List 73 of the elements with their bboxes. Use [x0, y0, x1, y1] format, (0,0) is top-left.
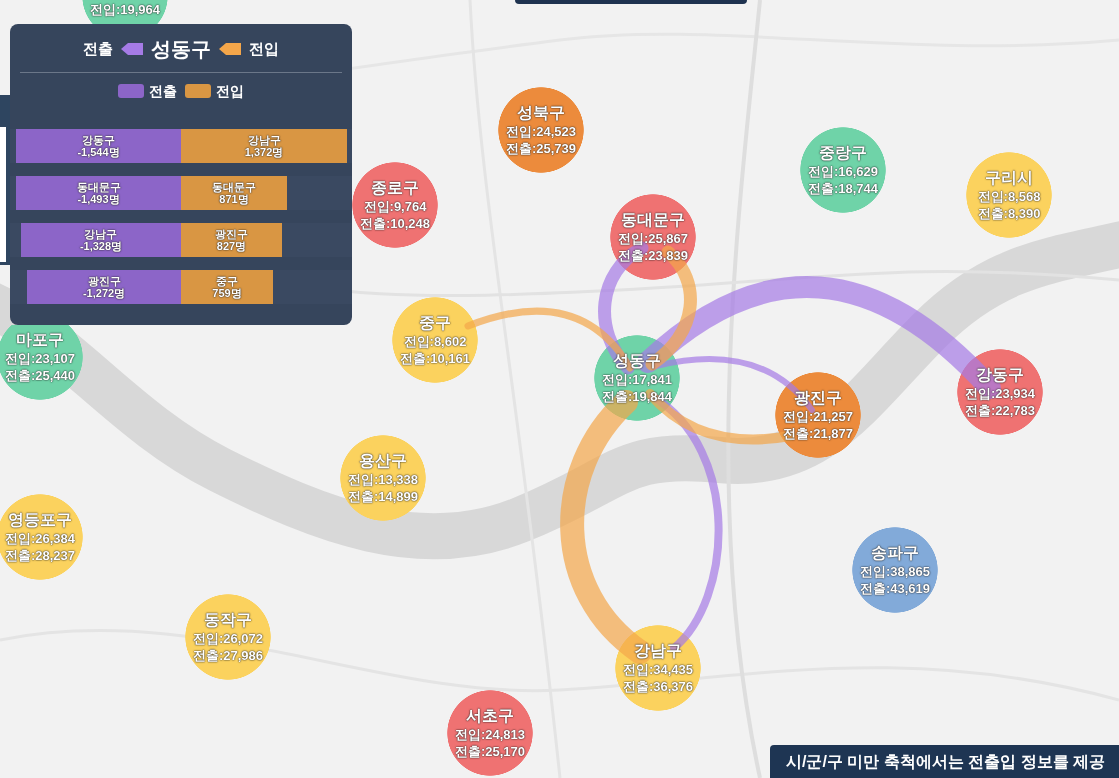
legend-label: 전입	[216, 81, 244, 101]
district-bubble[interactable]	[0, 325, 83, 400]
outflow-count: 전출:28,237	[4, 547, 76, 564]
bar-district-label: 강남구	[247, 134, 281, 146]
inflow-count: 전입:9,764	[363, 198, 427, 215]
inflow-count: 전입:23,107	[4, 350, 76, 367]
title-out-label: 전출	[83, 38, 113, 59]
inflow-count: 전입:21,257	[782, 408, 854, 425]
bar-count-label: -1,493명	[77, 193, 120, 205]
arrow-left-icon	[121, 43, 143, 55]
bar-district-label: 중구	[216, 275, 238, 287]
inflow-count: 전입:25,867	[617, 230, 689, 247]
bar-district-label: 동대문구	[76, 181, 121, 193]
arrow-left-icon	[219, 43, 241, 55]
bar-count-label: 871명	[219, 193, 249, 205]
outflow-count: 전출:10,248	[359, 215, 431, 232]
outflow-count: 전출:14,899	[347, 488, 419, 505]
district-name: 성북구	[517, 103, 565, 123]
notice-text: 시/군/구 미만 축척에서는 전출입 정보를 제공	[786, 751, 1106, 772]
district-name: 구리시	[985, 168, 1033, 188]
district-name: 중구	[419, 313, 451, 333]
inflow-count: 전입:26,384	[4, 530, 76, 547]
bar-district-label: 동대문구	[212, 181, 256, 193]
bar-district-label: 강남구	[84, 228, 118, 240]
district-name: 서초구	[466, 706, 514, 726]
color-swatch-icon	[118, 84, 144, 98]
bar-count-label: 759명	[212, 287, 242, 299]
inflow-count: 전입:34,435	[622, 661, 694, 678]
outflow-count: 전출:25,739	[505, 140, 577, 157]
district-name: 용산구	[359, 451, 407, 471]
district-bubble[interactable]: 전입:19,964	[82, 0, 168, 24]
outflow-count: 전출:19,844	[601, 388, 673, 405]
bar-count-label: -1,272명	[82, 287, 126, 299]
color-swatch-icon	[185, 84, 211, 98]
outflow-count: 전출:43,619	[859, 580, 931, 597]
outflow-count: 전출:21,877	[782, 425, 854, 442]
inflow-count: 전입:24,813	[454, 726, 526, 743]
outflow-count: 전출:8,390	[977, 205, 1041, 222]
district-name: 종로구	[371, 178, 419, 198]
legend-label: 전출	[149, 81, 177, 101]
bar-count-label: 1,372명	[244, 146, 284, 158]
outflow-count: 전출:22,783	[964, 402, 1036, 419]
outflow-count: 전출:18,744	[807, 180, 879, 197]
inflow-count: 전입:17,841	[601, 371, 673, 388]
district-name: 강남구	[634, 641, 682, 661]
outflow-count: 전출:25,440	[4, 367, 76, 384]
bar-district-label: 광진구	[215, 228, 248, 240]
title-in-label: 전입	[249, 38, 279, 59]
inflow-count: 전입:8,568	[977, 188, 1041, 205]
outflow-count: 전출:36,376	[622, 678, 694, 695]
bar-count-label: 827명	[216, 240, 247, 252]
inflow-count: 전입:16,629	[807, 163, 879, 180]
bar-district-label: 강동구	[82, 134, 115, 146]
inflow-count: 전입:24,523	[505, 123, 577, 140]
outflow-count: 전출:25,170	[454, 743, 526, 760]
district-bubble[interactable]	[594, 335, 680, 421]
district-name: 송파구	[871, 543, 919, 563]
inflow-count: 전입:8,602	[403, 333, 467, 350]
inflow-count: 전입:26,072	[192, 630, 264, 647]
district-name: 동대문구	[621, 210, 685, 230]
district-title: 성동구	[151, 37, 211, 62]
inflow-count: 전입:19,964	[89, 3, 161, 17]
outflow-count: 전출:10,161	[399, 350, 471, 367]
inflow-count: 전입:38,865	[859, 563, 931, 580]
district-name: 마포구	[16, 330, 64, 350]
district-name: 영등포구	[8, 510, 72, 530]
inflow-count: 전입:13,338	[347, 471, 419, 488]
district-name: 중랑구	[819, 143, 867, 163]
bar-count-label: -1,328명	[79, 240, 123, 252]
bar-count-label: -1,544명	[77, 146, 120, 158]
district-name: 동작구	[204, 610, 252, 630]
outflow-count: 전출:27,986	[192, 647, 264, 664]
bar-district-label: 광진구	[87, 275, 121, 287]
